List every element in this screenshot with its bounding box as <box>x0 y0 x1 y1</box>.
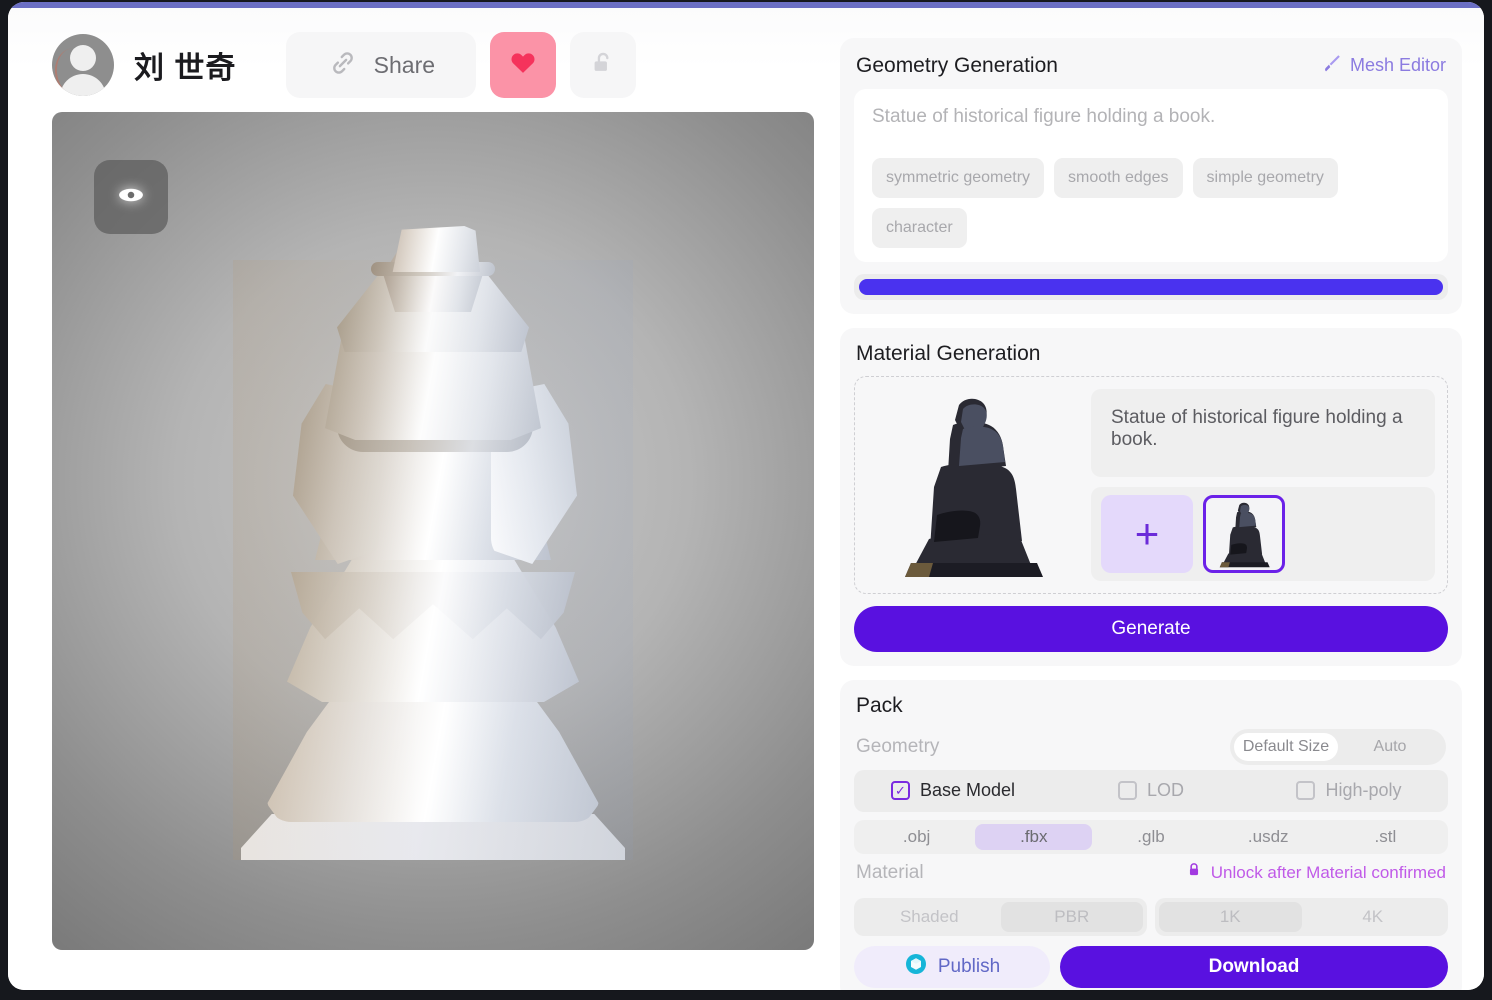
app-content: 刘 世奇 Share Geometry Generation Mesh Edit… <box>8 8 1484 990</box>
material-dropzone[interactable]: Statue of historical figure holding a bo… <box>854 375 1448 594</box>
reference-thumbnail[interactable] <box>1203 494 1285 573</box>
toggle-visibility-button[interactable] <box>94 160 168 234</box>
checkbox-label: LOD <box>1146 780 1184 801</box>
checkbox-label: High-poly <box>1325 780 1402 801</box>
size-option-auto[interactable]: Auto <box>1338 733 1442 761</box>
size-option-default[interactable]: Default Size <box>1234 732 1338 761</box>
material-prompt-input[interactable]: Statue of historical figure holding a bo… <box>1091 388 1435 477</box>
generate-button[interactable]: Generate <box>854 605 1448 652</box>
resolution-option-4k[interactable]: 4K <box>1302 902 1445 932</box>
shading-selector: Shaded PBR <box>854 897 1147 936</box>
lock-toggle-button[interactable] <box>570 32 637 98</box>
model-options-row: ✓ Base Model ✓ LOD ✓ High-poly <box>854 769 1448 812</box>
format-selector: .obj .fbx .glb .usdz .stl <box>854 819 1448 854</box>
app-window: 刘 世奇 Share Geometry Generation Mesh Edit… <box>8 2 1484 990</box>
add-reference-button[interactable]: + <box>1101 494 1193 573</box>
geometry-sub-label: Geometry <box>856 735 940 757</box>
left-panel: 刘 世奇 Share <box>8 8 834 990</box>
material-option-rows: Shaded PBR 1K 4K <box>854 897 1448 936</box>
mesh-editor-button[interactable]: Mesh Editor <box>1320 52 1446 79</box>
publish-label: Publish <box>937 955 1001 977</box>
like-button[interactable] <box>490 32 557 98</box>
geometry-chip[interactable]: character <box>872 207 967 248</box>
checkbox-lod[interactable]: ✓ LOD <box>1052 780 1250 801</box>
pack-actions: Publish Download <box>854 945 1448 988</box>
geometry-chip[interactable]: symmetric geometry <box>872 157 1045 198</box>
format-option-glb[interactable]: .glb <box>1092 824 1209 850</box>
eye-icon <box>114 178 148 217</box>
resolution-selector: 1K 4K <box>1155 897 1448 936</box>
cube-badge-icon <box>904 952 928 982</box>
header-bar: 刘 世奇 Share <box>52 26 818 104</box>
resolution-option-1k[interactable]: 1K <box>1159 901 1302 932</box>
checkbox-icon: ✓ <box>1296 781 1316 801</box>
geometry-generation-card: Geometry Generation Mesh Editor Statue o… <box>840 38 1462 314</box>
user-name: 刘 世奇 <box>134 52 237 85</box>
geometry-progress-track <box>854 273 1448 300</box>
size-toggle: Default Size Auto <box>1230 728 1446 765</box>
statue-3d-model <box>233 226 633 860</box>
share-button[interactable]: Share <box>286 32 477 98</box>
unlock-note-label: Unlock after Material confirmed <box>1210 862 1446 882</box>
geometry-prompt-box[interactable]: Statue of historical figure holding a bo… <box>854 89 1448 262</box>
shading-option-shaded[interactable]: Shaded <box>858 902 1001 932</box>
unlock-note[interactable]: Unlock after Material confirmed <box>1185 861 1446 884</box>
material-right-column: Statue of historical figure holding a bo… <box>1091 388 1435 581</box>
shading-option-pbr[interactable]: PBR <box>1000 901 1143 932</box>
model-viewport[interactable] <box>52 112 814 950</box>
publish-button[interactable]: Publish <box>854 945 1050 988</box>
header-actions: Share <box>286 32 637 98</box>
material-row-header: Material Unlock after Material confirmed <box>854 854 1448 892</box>
material-preview-image[interactable] <box>867 388 1077 581</box>
paintbrush-icon <box>1320 52 1342 79</box>
format-option-stl[interactable]: .stl <box>1327 824 1444 850</box>
geometry-progress-fill <box>859 278 1443 295</box>
geometry-row-header: Geometry Default Size Auto <box>854 728 1448 766</box>
plus-icon: + <box>1134 509 1160 557</box>
geometry-card-title: Geometry Generation <box>856 53 1058 77</box>
material-reference-strip: + <box>1091 486 1435 581</box>
material-card-title: Material Generation <box>856 341 1041 365</box>
checkbox-high-poly[interactable]: ✓ High-poly <box>1250 780 1448 801</box>
statue-silhouette-thumb <box>1206 498 1282 570</box>
checkbox-base-model[interactable]: ✓ Base Model <box>854 780 1052 801</box>
checkbox-icon: ✓ <box>890 781 910 801</box>
format-option-obj[interactable]: .obj <box>858 824 975 850</box>
material-card-header: Material Generation <box>854 342 1448 376</box>
format-option-fbx[interactable]: .fbx <box>975 823 1093 850</box>
pack-card: Pack Geometry Default Size Auto ✓ Base M… <box>840 679 1462 990</box>
statue-silhouette <box>867 389 1077 581</box>
checkbox-label: Base Model <box>919 780 1016 801</box>
mesh-editor-label: Mesh Editor <box>1349 55 1446 75</box>
right-panel: Geometry Generation Mesh Editor Statue o… <box>834 8 1484 990</box>
link-icon <box>328 48 358 83</box>
material-generation-card: Material Generation Statue of historical… <box>840 327 1462 666</box>
geometry-chip[interactable]: simple geometry <box>1192 157 1338 198</box>
geometry-chip[interactable]: smooth edges <box>1054 157 1183 198</box>
geometry-card-header: Geometry Generation Mesh Editor <box>854 52 1448 89</box>
geometry-prompt-placeholder: Statue of historical figure holding a bo… <box>872 106 1216 127</box>
material-sub-label: Material <box>856 861 924 883</box>
share-label: Share <box>373 51 436 78</box>
checkbox-icon: ✓ <box>1117 781 1137 801</box>
unlocked-padlock-icon <box>589 49 617 82</box>
pack-card-title: Pack <box>856 693 903 717</box>
format-option-usdz[interactable]: .usdz <box>1210 824 1327 850</box>
padlock-icon <box>1185 861 1203 884</box>
download-button[interactable]: Download <box>1060 945 1448 988</box>
geometry-chip-list: symmetric geometry smooth edges simple g… <box>872 157 1430 248</box>
heart-icon <box>509 49 537 82</box>
pack-card-header: Pack <box>854 694 1448 728</box>
avatar[interactable] <box>52 34 114 96</box>
